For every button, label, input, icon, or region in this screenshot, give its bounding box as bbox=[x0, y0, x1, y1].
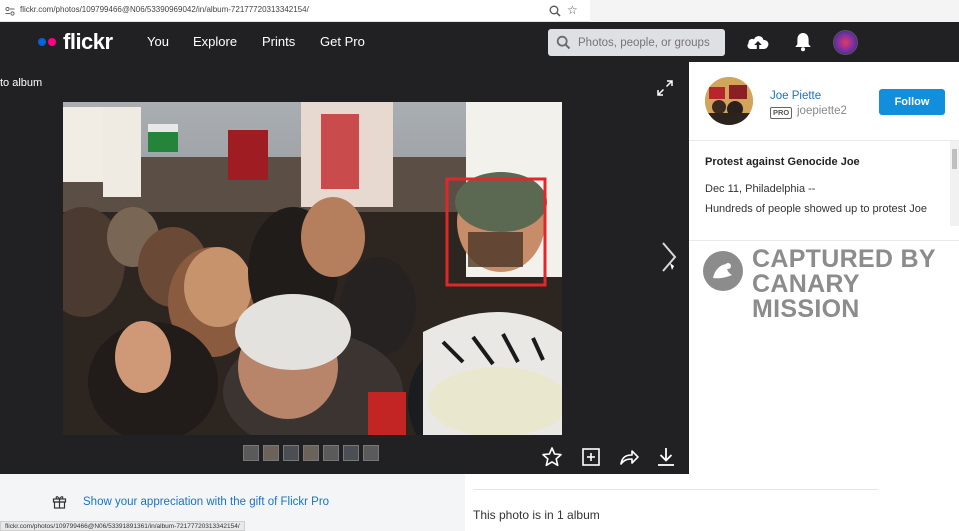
photo-stage: to album bbox=[0, 62, 689, 474]
owner-username[interactable]: joepiette2 bbox=[797, 105, 847, 117]
thumbnail[interactable] bbox=[303, 445, 319, 461]
logo-text: flickr bbox=[63, 29, 113, 54]
bookmark-star-icon[interactable]: ☆ bbox=[567, 3, 578, 17]
user-avatar[interactable] bbox=[833, 30, 858, 55]
gift-icon bbox=[52, 496, 67, 509]
zoom-icon[interactable] bbox=[548, 4, 562, 18]
search-icon bbox=[556, 35, 571, 50]
protest-photo-illustration bbox=[63, 102, 562, 435]
logo-dot-blue bbox=[38, 38, 46, 46]
owner-name-link[interactable]: Joe Piette bbox=[770, 90, 821, 102]
add-to-gallery-icon[interactable] bbox=[580, 446, 602, 468]
address-url[interactable]: flickr.com/photos/109799466@N06/53390969… bbox=[20, 5, 309, 14]
pro-badge: PRO bbox=[770, 107, 793, 119]
search-box[interactable] bbox=[548, 29, 725, 56]
nav-explore[interactable]: Explore bbox=[193, 34, 237, 49]
thumbnail[interactable] bbox=[243, 445, 259, 461]
upload-cloud-icon[interactable] bbox=[745, 30, 771, 54]
search-input[interactable] bbox=[578, 34, 720, 51]
flickr-photo-page: flickr.com/photos/109799466@N06/53390969… bbox=[0, 0, 959, 531]
album-section-divider bbox=[473, 489, 878, 490]
canary-mission-logo-icon bbox=[703, 251, 743, 291]
logo-dot-pink bbox=[48, 38, 56, 46]
photo-title: Protest against Genocide Joe bbox=[705, 156, 860, 168]
watermark-text: CAPTURED BY CANARY MISSION bbox=[752, 247, 959, 322]
flickr-logo[interactable]: flickr bbox=[38, 29, 113, 54]
album-count-text: This photo is in 1 album bbox=[473, 508, 600, 522]
nav-prints[interactable]: Prints bbox=[262, 34, 295, 49]
owner-avatar[interactable] bbox=[705, 77, 753, 125]
watermark-line: CAPTURED BY bbox=[752, 245, 936, 273]
nav-get-pro[interactable]: Get Pro bbox=[320, 34, 365, 49]
follow-button[interactable]: Follow bbox=[879, 89, 945, 115]
next-photo-chevron-icon[interactable] bbox=[660, 240, 678, 274]
panel-divider bbox=[689, 240, 959, 241]
download-icon[interactable] bbox=[655, 446, 677, 468]
browser-toolbar-blank bbox=[590, 0, 959, 22]
browser-status-url: flickr.com/photos/109799466@N06/53391891… bbox=[0, 521, 245, 531]
main-photo[interactable] bbox=[63, 102, 562, 435]
thumbnail[interactable] bbox=[283, 445, 299, 461]
gift-pro-link[interactable]: Show your appreciation with the gift of … bbox=[83, 496, 329, 508]
site-header: flickr You Explore Prints Get Pro bbox=[0, 22, 959, 62]
photo-thumbnail-strip bbox=[243, 445, 379, 461]
fullscreen-expand-icon[interactable] bbox=[655, 78, 675, 98]
nav-you[interactable]: You bbox=[147, 34, 169, 49]
thumbnail[interactable] bbox=[343, 445, 359, 461]
description-scrollbar-thumb[interactable] bbox=[952, 149, 957, 169]
panel-divider bbox=[689, 140, 959, 141]
watermark-line: CANARY MISSION bbox=[752, 270, 860, 323]
favorite-star-icon[interactable] bbox=[541, 446, 563, 468]
photo-description-line: Dec 11, Philadelphia -- bbox=[705, 183, 816, 195]
thumbnail[interactable] bbox=[263, 445, 279, 461]
photo-description-line: Hundreds of people showed up to protest … bbox=[705, 203, 927, 215]
site-info-icon[interactable] bbox=[4, 5, 16, 17]
thumbnail[interactable] bbox=[363, 445, 379, 461]
thumbnail[interactable] bbox=[323, 445, 339, 461]
share-icon[interactable] bbox=[618, 446, 640, 468]
owner-avatar-image bbox=[705, 77, 753, 125]
notifications-bell-icon[interactable] bbox=[790, 30, 816, 54]
browser-address-bar: flickr.com/photos/109799466@N06/53390969… bbox=[0, 0, 590, 22]
back-to-album-link[interactable]: to album bbox=[0, 77, 42, 89]
